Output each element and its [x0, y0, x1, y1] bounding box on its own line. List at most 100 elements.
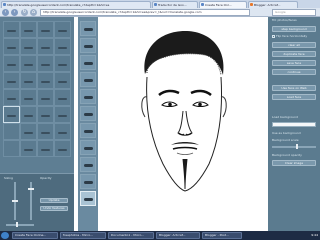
load-face-button[interactable]: Load face	[272, 94, 316, 100]
eyebrow-preview-icon	[58, 98, 67, 100]
feature-thumbnail[interactable]	[37, 140, 54, 157]
feature-thumbnail[interactable]	[37, 55, 54, 72]
feature-thumbnail[interactable]	[3, 55, 20, 72]
feature-thumbnail[interactable]	[20, 89, 37, 106]
tab-google-translator[interactable]: Traductor de Goo...	[152, 1, 198, 8]
taskbar-item[interactable]: Blogger - Post...	[202, 232, 242, 239]
rotation-slider-handle[interactable]	[16, 222, 18, 227]
feature-category-tab[interactable]	[80, 55, 96, 70]
feature-thumbnail[interactable]	[20, 55, 37, 72]
start-button-icon[interactable]	[1, 232, 9, 239]
opacity-label: Opacity	[40, 176, 52, 180]
tab-label: Create Face Onl...	[205, 3, 232, 7]
taskbar-item[interactable]: Create Face Online...	[12, 232, 58, 239]
flip-face-label: Flip face horizontally	[276, 34, 308, 38]
feature-category-tab[interactable]	[80, 89, 96, 104]
feature-category-tab[interactable]	[80, 191, 96, 206]
forward-icon[interactable]: ›	[11, 9, 18, 16]
feature-thumbnail[interactable]	[3, 21, 20, 38]
feature-category-tab[interactable]	[80, 157, 96, 172]
use-face-on-web-button[interactable]: Use face on Web	[272, 85, 316, 91]
feature-grid	[3, 21, 71, 169]
page-favicon-icon	[154, 3, 157, 6]
face-canvas[interactable]	[101, 19, 265, 229]
opacity-slider-handle[interactable]	[28, 188, 34, 190]
eyebrow-preview-icon	[41, 98, 50, 100]
background-url-input[interactable]	[272, 122, 316, 127]
feature-category-tab[interactable]	[80, 123, 96, 138]
feature-thumbnail[interactable]	[54, 38, 71, 55]
rotation-slider[interactable]	[6, 222, 34, 227]
feature-thumbnail[interactable]	[3, 89, 20, 106]
feature-thumbnail[interactable]	[3, 38, 20, 55]
feature-category-tab[interactable]	[80, 72, 96, 87]
feature-thumbnail[interactable]	[54, 89, 71, 106]
feature-thumbnail[interactable]	[20, 106, 37, 123]
taskbar-item[interactable]: Blogger: Artcraf...	[156, 232, 200, 239]
browser-search-input[interactable]: Google	[272, 9, 316, 16]
update-button[interactable]: Update	[40, 198, 68, 203]
feature-thumbnail[interactable]	[54, 123, 71, 140]
continue-button[interactable]: continue	[272, 69, 316, 75]
clear-all-button[interactable]: clear all	[272, 42, 316, 48]
eyebrow-preview-icon	[41, 115, 50, 117]
feature-category-tab[interactable]	[80, 174, 96, 189]
feature-thumbnail[interactable]	[20, 140, 37, 157]
tab-create-face[interactable]: Create Face Onl...	[199, 1, 247, 8]
feature-thumbnail[interactable]	[54, 72, 71, 89]
feature-thumbnail[interactable]	[37, 106, 54, 123]
feature-category-tab[interactable]	[80, 140, 96, 155]
feature-category-tab[interactable]	[80, 38, 96, 53]
feature-thumbnail[interactable]	[54, 21, 71, 38]
scale-slider-handle[interactable]	[296, 144, 298, 149]
feature-thumbnail[interactable]	[37, 72, 54, 89]
feature-thumbnail[interactable]	[37, 89, 54, 106]
feature-thumbnail[interactable]	[20, 21, 37, 38]
step-background-button[interactable]: step background	[272, 26, 316, 32]
sizing-slider[interactable]	[12, 182, 18, 220]
eyebrow-preview-icon	[41, 47, 50, 49]
feature-thumbnail[interactable]	[20, 38, 37, 55]
home-icon[interactable]: ⌂	[30, 9, 37, 16]
flip-face-checkbox[interactable]: Flip face horizontally	[272, 34, 307, 38]
tab-blogger[interactable]: Blogger: Artcraf...	[248, 1, 298, 8]
eyebrow-preview-icon	[58, 47, 67, 49]
feature-thumbnail[interactable]	[37, 21, 54, 38]
feature-thumbnail[interactable]	[54, 106, 71, 123]
undo-features-button[interactable]: Undo features	[40, 206, 68, 211]
eyebrow-preview-icon	[24, 132, 33, 134]
feature-category-icon	[84, 79, 93, 82]
feature-category-tab[interactable]	[80, 21, 96, 36]
address-bar[interactable]: http://translate.googleusercontent.com/t…	[40, 9, 250, 16]
feature-thumbnail[interactable]	[3, 72, 20, 89]
save-face-button[interactable]: save face	[272, 60, 316, 66]
background-scale-slider[interactable]	[272, 144, 316, 149]
eyebrow-preview-icon	[7, 98, 16, 100]
feature-thumbnail[interactable]	[20, 123, 37, 140]
feature-thumbnail[interactable]	[54, 55, 71, 72]
clear-image-button[interactable]: Clear image	[272, 160, 316, 166]
tab-label: http://translate.googleusercontent.com/t…	[7, 3, 110, 7]
back-icon[interactable]: ‹	[2, 9, 9, 16]
feature-thumbnail[interactable]	[54, 140, 71, 157]
feature-thumbnail[interactable]	[20, 72, 37, 89]
feature-thumbnail[interactable]	[37, 123, 54, 140]
feature-thumbnail[interactable]	[37, 38, 54, 55]
feature-thumbnail[interactable]	[3, 106, 20, 123]
checkbox-icon[interactable]	[272, 34, 275, 38]
opacity-slider[interactable]	[28, 182, 34, 220]
feature-category-tab[interactable]	[80, 106, 96, 121]
left-eyebrow	[158, 89, 180, 97]
feature-thumbnail[interactable]	[3, 123, 20, 140]
sizing-slider-handle[interactable]	[12, 200, 18, 202]
refresh-icon[interactable]: ↻	[21, 9, 28, 16]
eyebrow-preview-icon	[58, 30, 67, 32]
eyebrow-preview-icon	[58, 115, 67, 117]
duplicate-face-button[interactable]: duplicate face	[272, 51, 316, 57]
taskbar-item[interactable]: Documento1 - Micro...	[108, 232, 154, 239]
page-favicon-icon	[201, 3, 204, 6]
face-composite	[141, 31, 227, 192]
feature-thumbnail[interactable]	[3, 140, 20, 157]
taskbar-item[interactable]: freephotos - Micro...	[60, 232, 106, 239]
tab-translate[interactable]: http://translate.googleusercontent.com/t…	[1, 1, 151, 8]
